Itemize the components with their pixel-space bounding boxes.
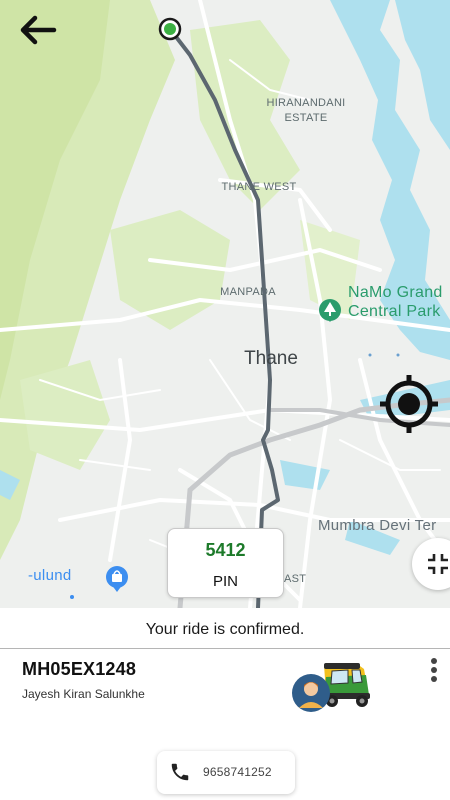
pin-value: 5412 [205, 540, 246, 560]
locate-button[interactable] [378, 373, 440, 435]
vehicle-number: MH05EX1248 [22, 659, 137, 679]
gps-target-icon [380, 375, 438, 433]
driver-avatar [292, 674, 330, 712]
fullscreen-exit-icon [428, 554, 448, 574]
ride-pin-card: 5412 PIN [167, 528, 284, 598]
map-label-hiranandani: HIRANANDANI ESTATE [266, 97, 346, 124]
arrow-left-icon [20, 15, 57, 45]
back-button[interactable] [18, 12, 58, 48]
more-options-button[interactable] [426, 656, 442, 686]
map-label-mulund: -ulund [28, 567, 72, 584]
ride-confirmed-message: Your ride is confirmed. [145, 621, 305, 638]
phone-icon [171, 763, 189, 781]
map-label-mumbra: Mumbra Devi Ter [318, 518, 437, 533]
map-label-east: AST [284, 573, 307, 585]
call-driver-button[interactable]: 9658741252 [157, 751, 295, 794]
driver-phone-number: 9658741252 [203, 765, 272, 779]
map-label-thane: Thane [244, 348, 298, 369]
map-label-manpada: MANPADA [220, 286, 276, 298]
more-vert-icon [431, 658, 437, 664]
driver-name: Jayesh Kiran Salunkhe [22, 687, 145, 701]
pin-label: PIN [212, 573, 238, 590]
map-label-namo-park: NaMo Grand Central Park [348, 284, 443, 320]
divider [0, 648, 450, 649]
map-label-thane-west: THANE WEST [221, 181, 297, 193]
map-view[interactable]: HIRANANDANI ESTATE THANE WEST MANPADA Th… [0, 0, 450, 608]
